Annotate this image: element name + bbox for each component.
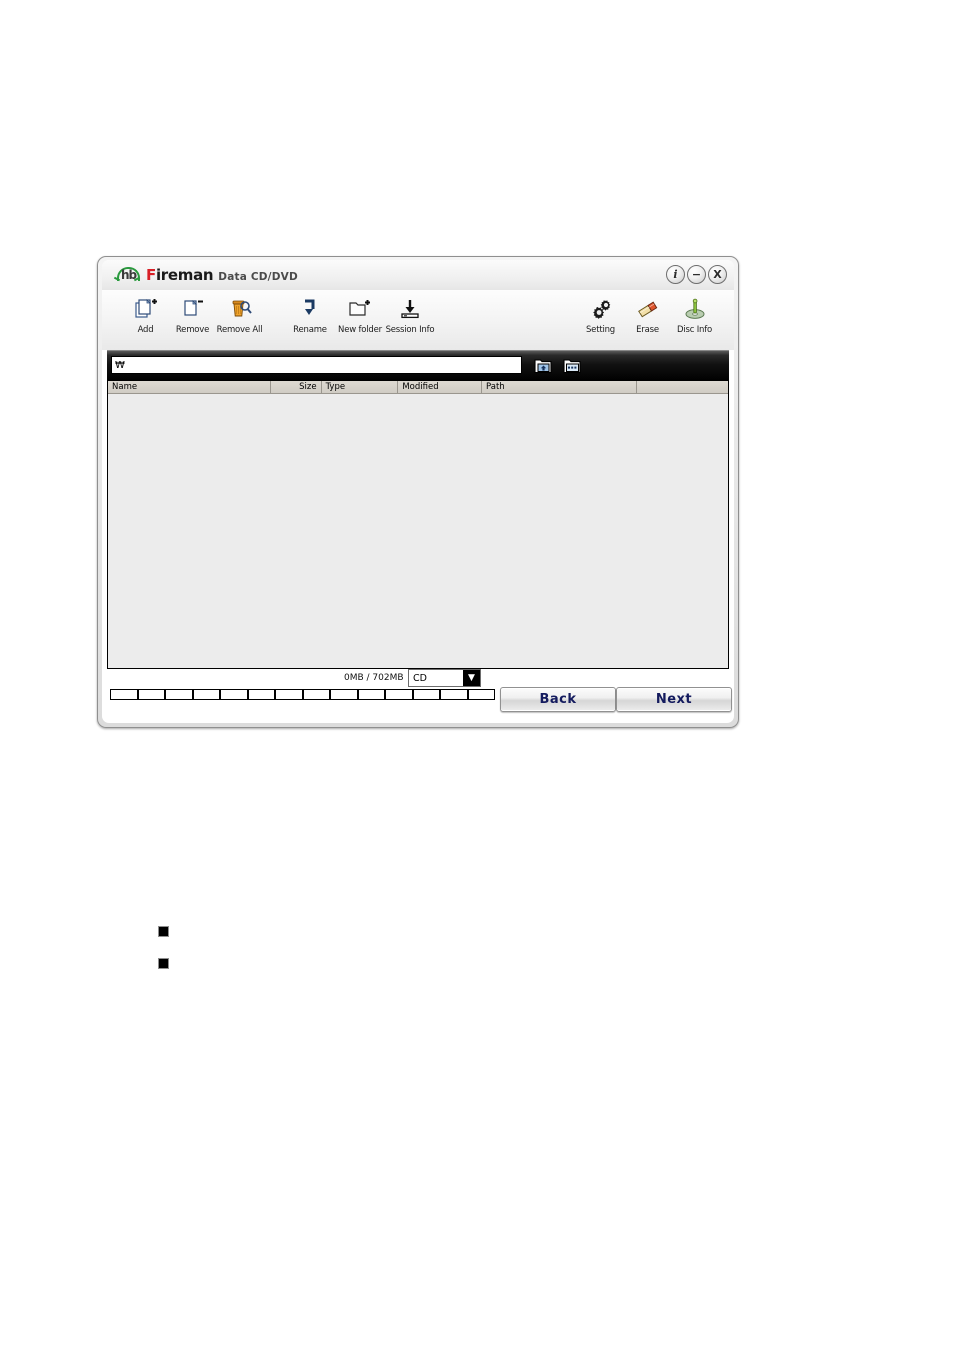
path-bar (107, 350, 729, 381)
toolbar-label-remove-all: Remove All (216, 325, 263, 335)
column-header-name[interactable]: Name (108, 381, 272, 393)
application-window: hb Fireman Data CD/DVD i − X Add Remove … (97, 256, 739, 728)
document-bullet (158, 926, 169, 937)
app-title-initial: F (146, 266, 156, 284)
logo-text: hb (121, 268, 137, 282)
toolbar-group-file: Add Remove Remove All (122, 294, 263, 335)
document-bullet (158, 958, 169, 969)
toolbar-label-new-folder: New folder (338, 325, 382, 335)
capacity-bar (110, 689, 495, 700)
toolbar-group-disc: Setting Erase Disc Info (577, 294, 718, 335)
toolbar-button-rename[interactable]: Rename (285, 294, 335, 335)
toolbar-group-edit: Rename New folder Session Info (285, 294, 435, 335)
page-add-icon (129, 294, 163, 324)
file-list-header: Name Size Type Modified Path (108, 381, 728, 394)
chevron-down-icon[interactable]: ▼ (463, 670, 480, 686)
toolbar-label-disc-info: Disc Info (677, 325, 712, 335)
app-subtitle: Data CD/DVD (218, 271, 298, 283)
close-icon: X (713, 268, 722, 281)
back-button[interactable]: Back (500, 687, 616, 712)
app-brand: hb Fireman Data CD/DVD (113, 266, 298, 284)
close-button[interactable]: X (708, 265, 727, 284)
window-inner: hb Fireman Data CD/DVD i − X Add Remove … (102, 260, 734, 723)
toolbar-button-new-folder[interactable]: New folder (335, 294, 385, 335)
session-info-icon (393, 294, 427, 324)
toolbar-label-add: Add (137, 325, 154, 335)
minimize-icon: − (691, 268, 702, 281)
next-button[interactable]: Next (616, 687, 732, 712)
folder-up-icon (534, 359, 552, 374)
folder-add-icon (343, 294, 377, 324)
title-bar: hb Fireman Data CD/DVD i − X (102, 260, 734, 290)
toolbar-label-erase: Erase (636, 325, 659, 335)
folder-browse-icon (563, 359, 581, 374)
browse-folder-button[interactable] (563, 356, 582, 375)
toolbar-button-setting[interactable]: Setting (577, 294, 624, 335)
column-header-size[interactable]: Size (271, 381, 322, 393)
app-title: Fireman (146, 266, 214, 284)
file-list[interactable]: Name Size Type Modified Path (107, 381, 729, 669)
toolbar-button-remove-all[interactable]: Remove All (216, 294, 263, 335)
window-controls: i − X (666, 265, 727, 284)
toolbar: Add Remove Remove All Rename New folder … (102, 290, 734, 350)
toolbar-button-add[interactable]: Add (122, 294, 169, 335)
toolbar-button-disc-info[interactable]: Disc Info (671, 294, 718, 335)
disc-info-icon (678, 294, 712, 324)
column-header-modified[interactable]: Modified (398, 381, 483, 393)
media-type-select[interactable]: CD ▼ (408, 669, 481, 687)
file-list-body[interactable] (108, 394, 728, 668)
column-header-extra[interactable] (637, 381, 728, 393)
up-one-level-button[interactable] (534, 356, 553, 375)
toolbar-label-session-info: Session Info (385, 325, 435, 335)
path-input[interactable] (111, 356, 522, 374)
gears-icon (584, 294, 618, 324)
column-header-type[interactable]: Type (321, 381, 399, 393)
app-title-rest: ireman (155, 266, 214, 284)
column-header-path[interactable]: Path (482, 381, 638, 393)
media-type-value: CD (413, 672, 427, 684)
trash-can-icon (223, 294, 257, 324)
status-bar: 0MB / 702MB CD ▼ Back Next (104, 669, 732, 719)
toolbar-label-setting: Setting (585, 325, 616, 335)
toolbar-label-rename: Rename (293, 325, 327, 335)
fireman-logo-icon: hb (113, 267, 141, 282)
toolbar-button-remove[interactable]: Remove (169, 294, 216, 335)
info-icon: i (673, 268, 678, 281)
eraser-icon (631, 294, 665, 324)
toolbar-label-remove: Remove (175, 325, 210, 335)
rename-arrow-icon (293, 294, 327, 324)
toolbar-button-erase[interactable]: Erase (624, 294, 671, 335)
minimize-button[interactable]: − (687, 265, 706, 284)
info-button[interactable]: i (666, 265, 685, 284)
capacity-label: 0MB / 702MB (344, 673, 404, 683)
toolbar-button-session-info[interactable]: Session Info (385, 294, 435, 335)
page-remove-icon (176, 294, 210, 324)
